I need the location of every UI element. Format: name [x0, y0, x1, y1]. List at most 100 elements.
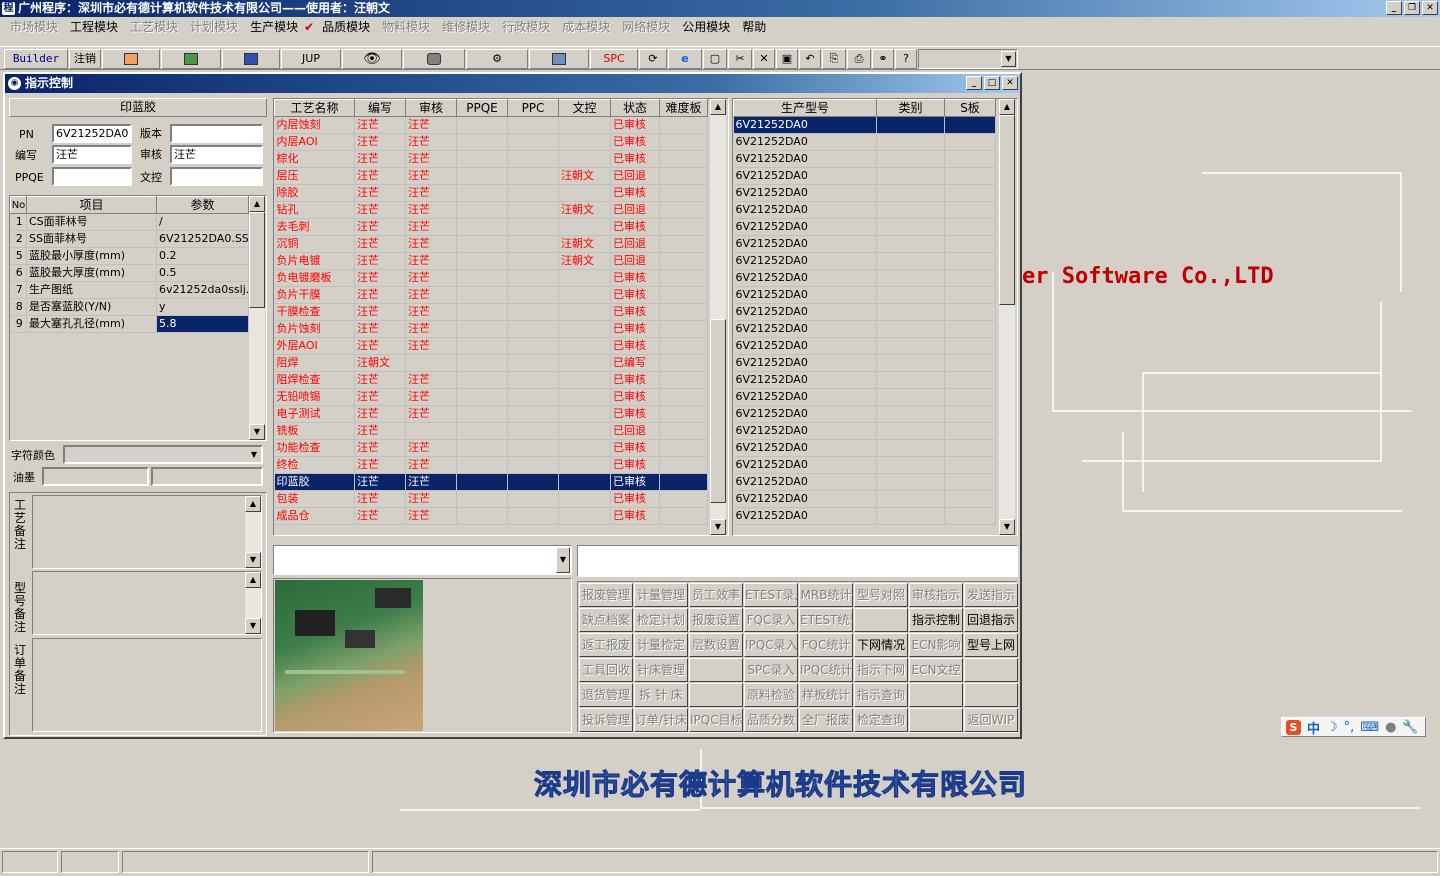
function-button[interactable]: FQC统计: [799, 633, 853, 657]
model-row[interactable]: 6V21252DA0: [733, 354, 996, 372]
params-row[interactable]: 1 CS面菲林号 /: [10, 213, 249, 231]
function-button[interactable]: ECN文控: [909, 658, 963, 682]
function-button[interactable]: IPQC目标: [689, 708, 743, 732]
params-cell[interactable]: 0.5: [156, 264, 249, 282]
process-cell[interactable]: 电子测试: [274, 405, 355, 423]
process-cell[interactable]: [507, 439, 559, 457]
logout-button[interactable]: 注销: [69, 49, 101, 69]
process-cell[interactable]: [558, 218, 611, 236]
function-button[interactable]: 原料检验: [744, 683, 798, 707]
function-button[interactable]: 型号上网: [964, 633, 1018, 657]
minimize-button[interactable]: _: [1386, 1, 1402, 15]
params-row[interactable]: 9 最大塞孔孔径(mm) 5.8: [10, 315, 249, 333]
process-col-header[interactable]: 工艺名称: [274, 99, 355, 117]
function-button[interactable]: 检定计划: [634, 608, 688, 632]
model-cell[interactable]: [876, 218, 945, 236]
model-cell[interactable]: 6V21252DA0: [733, 150, 877, 168]
process-cell[interactable]: [558, 371, 611, 389]
process-cell[interactable]: 汪芒: [354, 405, 406, 423]
model-note-field[interactable]: ▲ ▼: [32, 571, 262, 635]
process-cell[interactable]: [659, 422, 708, 440]
new-button[interactable]: ▢: [703, 49, 727, 69]
process-cell[interactable]: [558, 184, 611, 202]
scroll-down-icon[interactable]: ▼: [710, 519, 726, 535]
process-cell[interactable]: [456, 422, 508, 440]
process-cell[interactable]: 汪芒: [354, 116, 406, 134]
function-button[interactable]: 退货管理: [579, 683, 633, 707]
function-button[interactable]: 报废设置: [689, 608, 743, 632]
process-cell[interactable]: [405, 354, 457, 372]
process-cell[interactable]: 已审核: [610, 320, 660, 338]
params-cell[interactable]: 5: [10, 247, 27, 265]
process-cell[interactable]: 汪芒: [405, 490, 457, 508]
process-cell[interactable]: [659, 116, 708, 134]
menu-item-1[interactable]: 工程模块: [64, 18, 124, 36]
model-cell[interactable]: [876, 235, 945, 253]
model-cell[interactable]: 6V21252DA0: [733, 167, 877, 185]
process-row[interactable]: 电子测试 汪芒 汪芒 已审核: [274, 405, 708, 423]
process-cell[interactable]: [507, 473, 559, 491]
model-cell[interactable]: [944, 303, 996, 321]
process-cell[interactable]: 汪芒: [405, 116, 457, 134]
model-cell[interactable]: 6V21252DA0: [733, 337, 877, 355]
process-cell[interactable]: [507, 422, 559, 440]
function-button[interactable]: IPQC统计: [799, 658, 853, 682]
model-cell[interactable]: [944, 167, 996, 185]
model-cell[interactable]: [876, 150, 945, 168]
process-row[interactable]: 成品仓 汪芒 汪芒 已审核: [274, 507, 708, 525]
process-row[interactable]: 铣板 汪芒 已回退: [274, 422, 708, 440]
process-cell[interactable]: 汪芒: [354, 150, 406, 168]
process-row[interactable]: 负电镀磨板 汪芒 汪芒 已审核: [274, 269, 708, 287]
process-cell[interactable]: 汪芒: [405, 337, 457, 355]
process-cell[interactable]: [456, 388, 508, 406]
params-cell[interactable]: 蓝胶最小厚度(mm): [26, 247, 157, 265]
process-cell[interactable]: 汪朝文: [558, 167, 611, 185]
menu-item-8[interactable]: 行政模块: [496, 18, 556, 36]
process-cell[interactable]: [507, 354, 559, 372]
model-cell[interactable]: [944, 150, 996, 168]
process-row[interactable]: 功能检查 汪芒 汪芒 已审核: [274, 439, 708, 457]
moon-icon[interactable]: ☽: [1326, 720, 1338, 735]
model-cell[interactable]: 6V21252DA0: [733, 252, 877, 270]
process-cell[interactable]: 汪芒: [354, 286, 406, 304]
process-cell[interactable]: 内层AOI: [274, 133, 355, 151]
process-cell[interactable]: 已审核: [610, 388, 660, 406]
process-cell[interactable]: [659, 252, 708, 270]
scroll-up-icon[interactable]: ▲: [999, 99, 1015, 115]
model-row[interactable]: 6V21252DA0: [733, 269, 996, 287]
model-cell[interactable]: [944, 473, 996, 491]
process-cell[interactable]: [456, 286, 508, 304]
ime-language[interactable]: 中: [1307, 718, 1320, 737]
process-cell[interactable]: 汪芒: [354, 133, 406, 151]
process-cell[interactable]: [507, 201, 559, 219]
process-cell[interactable]: 汪芒: [354, 235, 406, 253]
model-cell[interactable]: [876, 269, 945, 287]
process-cell[interactable]: [659, 201, 708, 219]
process-cell[interactable]: 汪芒: [405, 150, 457, 168]
process-cell[interactable]: 汪朝文: [354, 354, 406, 372]
ppqe-field[interactable]: [52, 167, 132, 186]
function-button[interactable]: [909, 683, 963, 707]
scroll-down-icon[interactable]: ▼: [999, 519, 1015, 535]
process-cell[interactable]: [558, 286, 611, 304]
punctuation-icon[interactable]: °,: [1344, 720, 1355, 735]
doc-control-field[interactable]: [170, 167, 263, 186]
process-cell[interactable]: [507, 133, 559, 151]
process-cell[interactable]: [507, 371, 559, 389]
process-cell[interactable]: 已编写: [610, 354, 660, 372]
process-cell[interactable]: 汪芒: [354, 320, 406, 338]
model-cell[interactable]: [944, 388, 996, 406]
process-cell[interactable]: 已回退: [610, 235, 660, 253]
process-cell[interactable]: 汪芒: [405, 167, 457, 185]
model-cell[interactable]: 6V21252DA0: [733, 456, 877, 474]
version-field[interactable]: [170, 124, 263, 143]
process-cell[interactable]: 铣板: [274, 422, 355, 440]
function-button[interactable]: 指示下网: [854, 658, 908, 682]
process-cell[interactable]: 汪芒: [405, 252, 457, 270]
params-row[interactable]: 5 蓝胶最小厚度(mm) 0.2: [10, 247, 249, 265]
function-button[interactable]: ETEST统计: [799, 608, 853, 632]
params-row[interactable]: 6 蓝胶最大厚度(mm) 0.5: [10, 264, 249, 282]
process-cell[interactable]: 汪芒: [405, 133, 457, 151]
function-button[interactable]: 返回WIP: [964, 708, 1018, 732]
process-cell[interactable]: [659, 388, 708, 406]
